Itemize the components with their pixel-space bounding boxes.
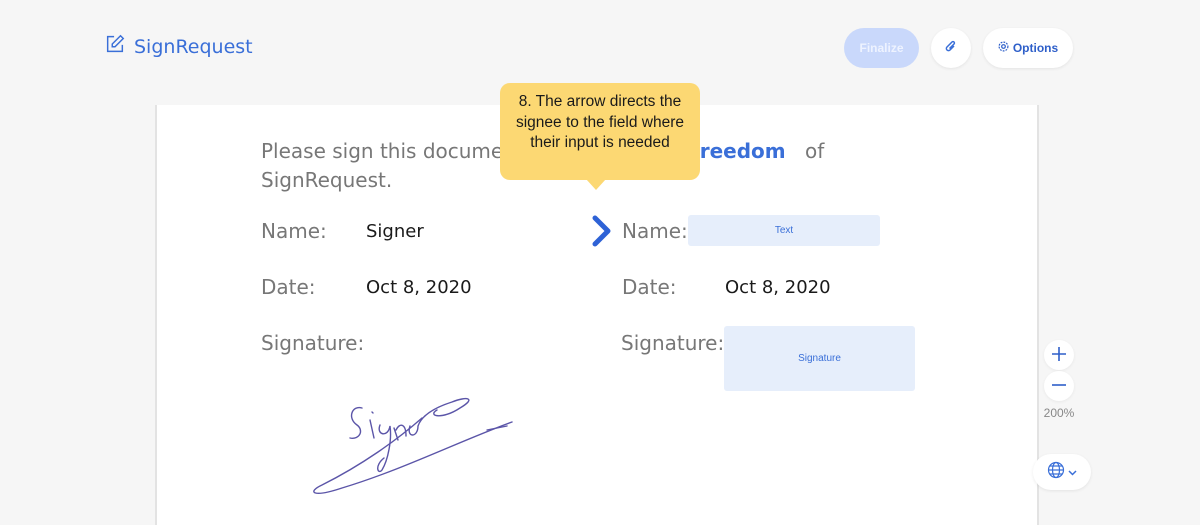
- left-name-value: Signer: [366, 221, 424, 242]
- minus-icon: [1051, 373, 1067, 399]
- intro-freedom-text: freedom: [691, 139, 786, 163]
- left-signature-label: Signature:: [261, 331, 365, 355]
- intro-text-line1: Please sign this documen: [261, 139, 516, 163]
- chevron-right-icon: [592, 215, 611, 247]
- signature-field[interactable]: Signature: [724, 326, 915, 391]
- globe-icon: [1047, 461, 1065, 484]
- plus-icon: [1051, 342, 1067, 368]
- tooltip-pointer: [586, 179, 606, 190]
- right-date-value: Oct 8, 2020: [725, 277, 831, 298]
- chevron-down-icon: [1068, 463, 1077, 481]
- pen-square-icon: [104, 33, 126, 60]
- finalize-button[interactable]: Finalize: [844, 28, 919, 68]
- right-name-label: Name:: [622, 219, 688, 243]
- options-button[interactable]: Options: [983, 28, 1073, 68]
- intro-of-text: of: [805, 139, 825, 163]
- zoom-level: 200%: [1043, 406, 1075, 420]
- attachment-button[interactable]: [931, 28, 971, 68]
- handwritten-signature: [313, 397, 513, 494]
- tutorial-tooltip: 8. The arrow directs the signee to the f…: [500, 83, 700, 180]
- language-selector[interactable]: [1033, 454, 1091, 490]
- right-date-label: Date:: [622, 275, 677, 299]
- zoom-out-button[interactable]: [1044, 371, 1074, 401]
- zoom-in-button[interactable]: [1044, 340, 1074, 370]
- left-date-value: Oct 8, 2020: [366, 277, 472, 298]
- intro-text-line2: SignRequest.: [261, 168, 393, 192]
- left-name-label: Name:: [261, 219, 327, 243]
- app-logo[interactable]: SignRequest: [104, 33, 253, 60]
- name-text-field[interactable]: Text: [688, 215, 880, 246]
- options-label: Options: [1012, 41, 1059, 55]
- gear-icon: [998, 41, 1009, 55]
- right-signature-label: Signature:: [621, 331, 725, 355]
- logo-text: SignRequest: [134, 35, 253, 58]
- left-date-label: Date:: [261, 275, 316, 299]
- paperclip-icon: [945, 40, 957, 57]
